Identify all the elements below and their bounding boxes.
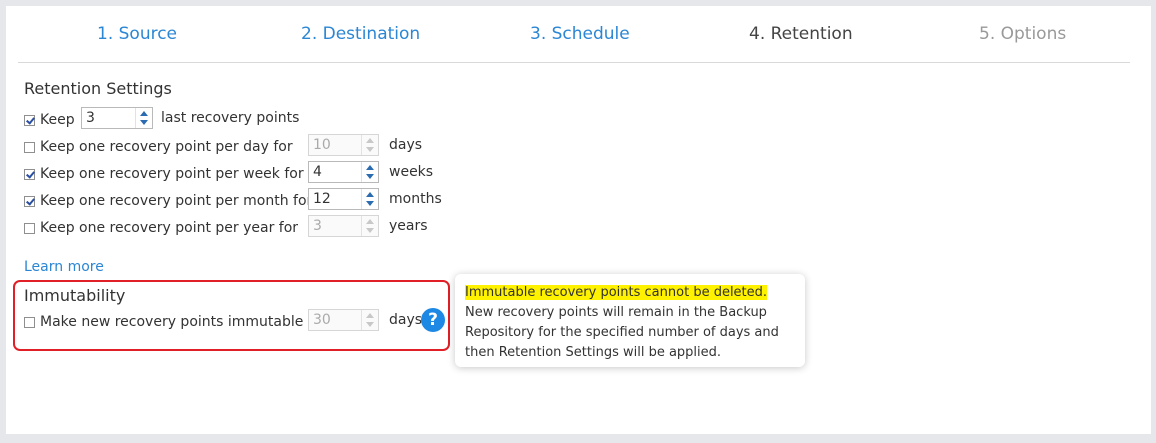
per-week-label: Keep one recovery point per week for (40, 166, 304, 182)
per-year-spinner[interactable] (308, 215, 379, 237)
immutability-tooltip: Immutable recovery points cannot be dele… (455, 274, 805, 367)
tab-schedule[interactable]: 3. Schedule (530, 24, 630, 44)
wizard-panel: 1. Source 2. Destination 3. Schedule 4. … (6, 6, 1151, 434)
tab-source[interactable]: 1. Source (97, 24, 177, 44)
per-month-input[interactable] (309, 189, 362, 209)
per-year-checkbox[interactable] (24, 222, 35, 234)
per-day-up-arrow (362, 135, 378, 145)
immutable-label: Make new recovery points immutable for (40, 314, 328, 330)
per-day-unit: days (389, 137, 423, 153)
per-week-input[interactable] (309, 162, 362, 182)
per-day-input[interactable] (309, 135, 362, 155)
per-week-unit: weeks (389, 164, 434, 180)
immutable-spinner[interactable] (308, 309, 379, 331)
per-year-down-arrow (362, 226, 378, 236)
tab-retention: 4. Retention (749, 24, 853, 44)
immutable-row: Make new recovery points immutable for (24, 311, 327, 333)
immutable-unit: days (389, 312, 423, 328)
per-week-up-arrow[interactable] (362, 162, 378, 172)
per-day-checkbox[interactable] (24, 141, 35, 153)
retention-settings-title: Retention Settings (24, 79, 172, 98)
per-month-row: Keep one recovery point per month for (24, 190, 312, 212)
per-year-input[interactable] (309, 216, 362, 236)
immutable-checkbox[interactable] (24, 316, 35, 328)
per-year-up-arrow (362, 216, 378, 226)
tab-destination[interactable]: 2. Destination (301, 24, 420, 44)
immutability-title: Immutability (24, 286, 126, 305)
keep-last-label: Keep (40, 112, 75, 128)
per-day-down-arrow (362, 145, 378, 155)
per-day-row: Keep one recovery point per day for (24, 136, 293, 158)
tooltip-highlight-text: Immutable recovery points cannot be dele… (465, 285, 768, 300)
immutable-down-arrow (362, 320, 378, 330)
immutable-input[interactable] (309, 310, 362, 330)
per-month-down-arrow[interactable] (362, 199, 378, 209)
immutable-up-arrow (362, 310, 378, 320)
learn-more-link[interactable]: Learn more (24, 259, 104, 275)
per-month-up-arrow[interactable] (362, 189, 378, 199)
per-week-spinner[interactable] (308, 161, 379, 183)
tooltip-body-text: New recovery points will remain in the B… (465, 305, 779, 360)
per-day-spinner[interactable] (308, 134, 379, 156)
keep-last-row: Keep (24, 109, 75, 131)
per-week-down-arrow[interactable] (362, 172, 378, 182)
per-month-unit: months (389, 191, 442, 207)
per-week-checkbox[interactable] (24, 168, 35, 180)
keep-last-suffix: last recovery points (161, 110, 300, 126)
keep-last-up-arrow[interactable] (136, 108, 152, 118)
per-month-spinner[interactable] (308, 188, 379, 210)
per-month-label: Keep one recovery point per month for (40, 193, 313, 209)
per-year-label: Keep one recovery point per year for (40, 220, 299, 236)
tabs-divider (18, 62, 1130, 63)
per-month-checkbox[interactable] (24, 195, 35, 207)
help-question-icon[interactable]: ? (421, 308, 445, 332)
per-week-row: Keep one recovery point per week for (24, 163, 304, 185)
per-day-label: Keep one recovery point per day for (40, 139, 293, 155)
tab-options: 5. Options (979, 24, 1067, 44)
wizard-steps: 1. Source 2. Destination 3. Schedule 4. … (6, 6, 1151, 62)
keep-last-down-arrow[interactable] (136, 118, 152, 128)
per-year-row: Keep one recovery point per year for (24, 217, 298, 239)
per-year-unit: years (389, 218, 428, 234)
keep-last-checkbox[interactable] (24, 114, 35, 126)
keep-last-spinner[interactable] (81, 107, 153, 129)
keep-last-input[interactable] (82, 108, 136, 128)
